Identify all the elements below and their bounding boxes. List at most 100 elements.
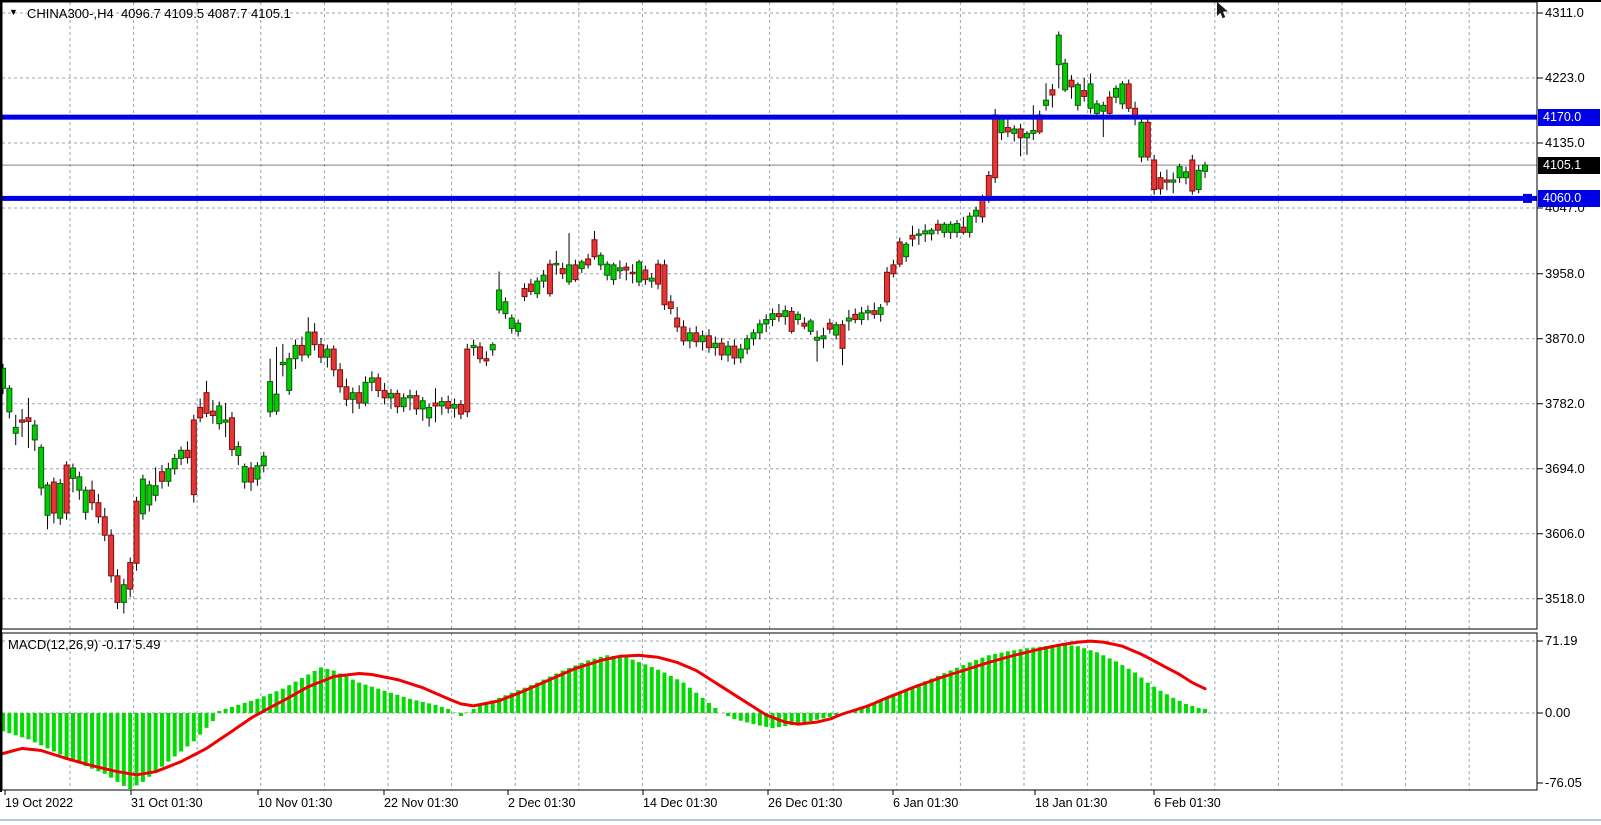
candle-down [395, 393, 400, 406]
candle-up [39, 447, 44, 488]
candle-up [439, 402, 444, 406]
candle-up [967, 216, 972, 232]
candle-up [293, 345, 298, 358]
date-axis-label: 18 Jan 01:30 [1035, 796, 1107, 810]
candle-down [592, 240, 597, 257]
candle-up [1120, 84, 1125, 104]
candle-up [579, 262, 584, 269]
candle-up [535, 281, 540, 294]
candle-up [350, 393, 355, 400]
ohlc-values: 4096.7 4109.5 4087.7 4105.1 [121, 6, 291, 21]
candle-down [910, 235, 915, 239]
candle-down [872, 311, 877, 315]
candle-up [974, 210, 979, 216]
candle-up [140, 479, 145, 514]
chart-canvas[interactable] [0, 0, 1601, 825]
candle-up [83, 490, 88, 512]
date-axis-label: 2 Dec 01:30 [508, 796, 575, 810]
candle-down [134, 501, 139, 563]
horizontal-line-object[interactable] [2, 115, 1537, 120]
candle-down [980, 200, 985, 217]
candle-up [388, 393, 393, 397]
candle-up [32, 425, 37, 440]
horizontal-line-object[interactable] [2, 196, 1537, 201]
candle-down [935, 224, 940, 230]
candle-up [1171, 180, 1176, 182]
macd-tick-label: 0.00 [1545, 705, 1570, 720]
candle-down [1158, 178, 1163, 189]
candle-up [955, 224, 960, 233]
candle-down [675, 318, 680, 327]
price-tick-label: 3606.0 [1545, 526, 1585, 541]
candle-up [274, 394, 279, 411]
candle-up [408, 396, 413, 398]
candle-up [916, 234, 921, 236]
candle-up [751, 333, 756, 339]
candle-up [999, 119, 1004, 133]
candle-down [1005, 127, 1010, 131]
symbol-dropdown-icon[interactable]: ▼ [9, 7, 18, 17]
candle-down [1190, 160, 1195, 191]
candle-up [1196, 170, 1201, 189]
hline-price-label[interactable]: 4060.0 [1538, 190, 1600, 207]
candle-down [90, 490, 95, 503]
date-axis-label: 14 Dec 01:30 [643, 796, 717, 810]
candle-down [668, 302, 673, 309]
candle-up [764, 320, 769, 324]
candle-down [1145, 122, 1150, 157]
candle-up [796, 314, 801, 319]
candle-down [547, 264, 552, 294]
candle-up [363, 382, 368, 403]
candle-up [217, 406, 222, 424]
candle-up [1177, 167, 1182, 178]
candle-up [1063, 63, 1068, 90]
candle-up [770, 314, 775, 320]
candle-up [58, 484, 63, 519]
hline-selection-handle[interactable] [1523, 194, 1532, 203]
candle-down [1107, 97, 1112, 113]
candle-down [802, 323, 807, 326]
candle-down [128, 563, 133, 590]
price-tick-label: 3782.0 [1545, 396, 1585, 411]
candle-down [1152, 160, 1157, 190]
candle-up [554, 263, 559, 265]
chart-title: CHINA300-,H4 4096.7 4109.5 4087.7 4105.1 [27, 6, 291, 21]
candle-up [261, 456, 266, 466]
candle-down [204, 393, 209, 414]
candle-up [859, 313, 864, 320]
candle-up [605, 264, 610, 275]
candle-up [236, 447, 241, 456]
date-axis-label: 22 Nov 01:30 [384, 796, 458, 810]
candle-up [808, 321, 813, 331]
price-tick-label: 3958.0 [1545, 266, 1585, 281]
candle-down [961, 227, 966, 232]
mouse-cursor-icon [1217, 2, 1228, 18]
candle-down [719, 343, 724, 355]
date-axis-label: 19 Oct 2022 [5, 796, 73, 810]
candle-down [319, 345, 324, 358]
candle-up [166, 469, 171, 482]
hline-price-label[interactable]: 4170.0 [1538, 109, 1600, 126]
candle-up [325, 349, 330, 357]
candle-up [821, 336, 826, 339]
candle-down [789, 311, 794, 331]
candle-up [452, 404, 457, 408]
candle-down [51, 482, 56, 513]
candle-down [694, 333, 699, 342]
candle-down [26, 418, 31, 422]
candle-up [904, 244, 909, 257]
candle-up [865, 311, 870, 313]
candle-up [1114, 88, 1119, 97]
candle-down [484, 359, 489, 361]
candle-down [993, 115, 998, 178]
candle-down [1164, 180, 1169, 182]
candle-down [1082, 91, 1087, 97]
candle-up [280, 362, 285, 364]
candle-down [382, 390, 387, 397]
candle-down [891, 265, 896, 274]
candle-up [509, 318, 514, 328]
candle-up [1088, 84, 1093, 108]
candle-down [1050, 90, 1055, 95]
candle-down [357, 393, 362, 403]
candle-up [598, 255, 603, 265]
